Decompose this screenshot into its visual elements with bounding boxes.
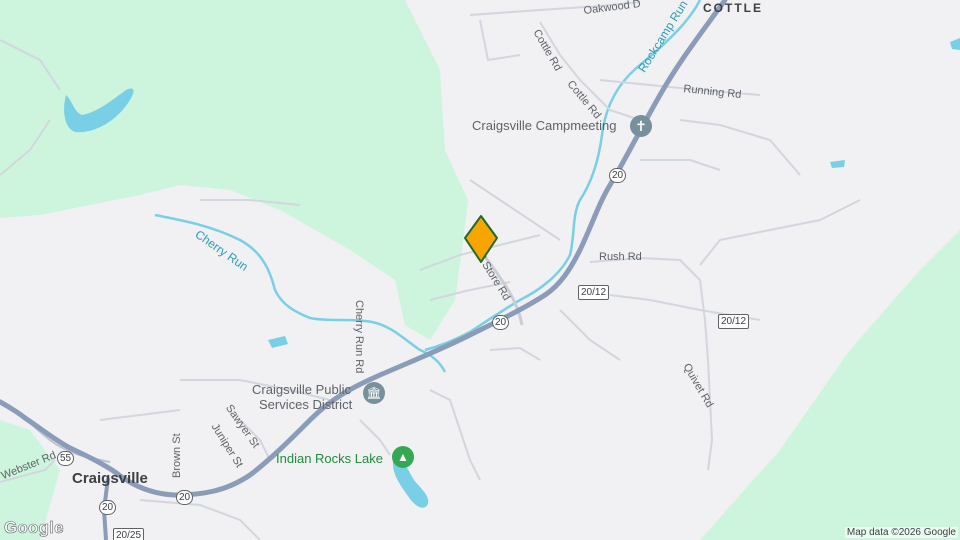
route-shield-20-12: 20/12 [578, 285, 610, 300]
route-shield-20: 20 [609, 168, 627, 183]
road-label-brown: Brown St [171, 433, 183, 478]
route-shield-20-25: 20/25 [113, 528, 145, 540]
locality-label-craigsville: Craigsville [72, 470, 148, 487]
forest-area-southeast [700, 230, 960, 540]
map-attribution[interactable]: Map data ©2026 Google [844, 527, 958, 538]
government-building-icon[interactable]: 🏛 [363, 382, 385, 404]
poi-label-campmeeting[interactable]: Craigsville Campmeeting [472, 119, 617, 132]
locality-label-cottle: COTTLE [703, 1, 763, 15]
route-shield-20: 20 [99, 500, 117, 515]
map-layer [0, 0, 960, 540]
church-icon[interactable]: ✝ [630, 115, 652, 137]
route-shield-20: 20 [492, 315, 510, 330]
forest-area-northwest [0, 0, 468, 340]
location-pin-icon[interactable] [464, 214, 498, 264]
route-shield-55: 55 [57, 451, 75, 466]
google-logo[interactable]: Google [4, 518, 64, 538]
route-shield-20: 20 [176, 490, 194, 505]
pond-small-3 [950, 38, 960, 50]
poi-label-indian-rocks-lake[interactable]: Indian Rocks Lake [276, 452, 383, 465]
poi-label-public-services-line2[interactable]: Services District [259, 398, 352, 411]
poi-label-public-services-line1[interactable]: Craigsville Public [252, 383, 351, 396]
road-label-cherry-run-rd: Cherry Run Rd [353, 300, 365, 374]
pond-small-2 [830, 160, 845, 168]
pond-small-1 [268, 336, 288, 348]
map-canvas[interactable]: COTTLE Craigsville Craigsville Campmeeti… [0, 0, 960, 540]
road-label-rush: Rush Rd [599, 251, 642, 263]
route-shield-20-12: 20/12 [718, 314, 750, 329]
tree-icon[interactable]: ▲ [392, 446, 414, 468]
